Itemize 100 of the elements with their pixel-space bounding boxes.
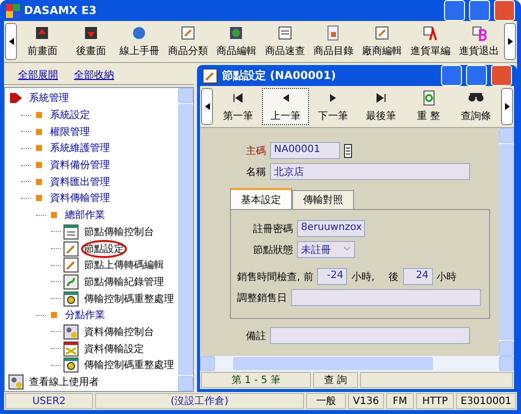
input-field[interactable]: NA00001 bbox=[270, 142, 340, 159]
tab[interactable]: 傳輸對照 bbox=[292, 190, 354, 209]
unit-label: 小時 bbox=[436, 270, 457, 284]
toolbar-button[interactable]: 商品編輯 bbox=[212, 23, 260, 60]
tree-item[interactable]: 總部作業 bbox=[62, 206, 108, 224]
scroll-left-button[interactable] bbox=[201, 88, 213, 125]
window-title: DASAMX E3 bbox=[24, 4, 98, 17]
edit-icon bbox=[374, 25, 390, 41]
right-arrow-icon bbox=[504, 103, 510, 110]
field-label: 調整銷售日 bbox=[237, 292, 287, 304]
status-text: (沒設工作倉) bbox=[95, 393, 304, 409]
status-text: USER2 bbox=[5, 393, 93, 409]
restore-button[interactable] bbox=[466, 65, 487, 86]
tree-item[interactable]: 資料傳輸設定 bbox=[81, 340, 147, 358]
tree-item[interactable]: 資料傳輸管理 bbox=[47, 189, 113, 208]
letter-icon bbox=[470, 25, 487, 41]
tree-item[interactable]: 資料匯出管理 bbox=[47, 172, 113, 191]
toolbar-button[interactable]: 後畫面 bbox=[66, 23, 115, 60]
toolbar-button[interactable]: 商品速查 bbox=[260, 23, 309, 60]
left-arrow-icon bbox=[8, 38, 14, 45]
field-label: 主碼 bbox=[245, 144, 266, 158]
toolbar-button[interactable]: 廠商編輯 bbox=[358, 23, 406, 60]
bullet-icon bbox=[51, 212, 57, 218]
left-arrow-icon bbox=[204, 103, 210, 110]
bullet-icon bbox=[36, 162, 42, 168]
dropdown[interactable]: 未註冊 bbox=[297, 241, 355, 258]
tree-item[interactable]: 分點作業 bbox=[62, 306, 108, 324]
input-field[interactable]: 北京店 bbox=[270, 163, 470, 180]
tree-item[interactable]: 資料備份管理 bbox=[47, 156, 113, 174]
toolbar-button[interactable]: 查詢條 bbox=[452, 88, 500, 125]
tree-link[interactable]: 全部展開 bbox=[18, 68, 58, 82]
minimize-button[interactable] bbox=[441, 65, 462, 86]
toolbar-button[interactable]: 上一筆 bbox=[262, 88, 310, 125]
bullet-icon bbox=[36, 195, 42, 202]
toolbar-button[interactable]: 進貨單編 bbox=[406, 23, 454, 60]
edit-icon bbox=[180, 25, 196, 41]
document-icon bbox=[325, 25, 342, 41]
scroll-right-button[interactable] bbox=[501, 88, 514, 125]
status-text: FM bbox=[386, 393, 414, 409]
tree-item[interactable]: 節點傳輸控制台 bbox=[81, 222, 157, 241]
toolbar-button[interactable]: 商品目錄 bbox=[309, 23, 358, 60]
refresh-icon bbox=[420, 90, 437, 106]
toolbar-button[interactable]: 商品分類 bbox=[164, 23, 212, 60]
list-icon[interactable] bbox=[344, 144, 352, 158]
scrollbar[interactable] bbox=[499, 128, 514, 356]
input-field[interactable] bbox=[270, 327, 470, 344]
field-label: 銷售時間檢查, 前 bbox=[237, 270, 314, 284]
status-text: V136 bbox=[348, 393, 384, 409]
tree-item[interactable]: 節點設定 bbox=[81, 240, 127, 258]
tab[interactable]: 基本設定 bbox=[230, 188, 292, 209]
status-text: HTTP bbox=[416, 393, 454, 409]
toolbar-button[interactable]: 重 整 bbox=[404, 88, 452, 125]
tree-item[interactable]: 系統維護管理 bbox=[47, 139, 113, 158]
status-text: 一般 bbox=[306, 393, 346, 409]
toolbar-button[interactable]: 下一筆 bbox=[309, 88, 358, 125]
minimize-button[interactable] bbox=[444, 0, 465, 21]
window-title: 節點設定 (NA00001) bbox=[222, 68, 337, 83]
input-field[interactable]: 24 bbox=[402, 268, 433, 285]
tree-item[interactable]: 查看線上使用者 bbox=[26, 373, 102, 391]
close-button[interactable] bbox=[491, 65, 512, 86]
field-label: 後 bbox=[388, 270, 399, 284]
tree-item[interactable]: 節點傳輸紀錄管理 bbox=[81, 272, 167, 291]
tree-item[interactable]: 傳輸控制碼重整處理 bbox=[81, 290, 177, 308]
tree-link[interactable]: 全部收納 bbox=[74, 68, 114, 82]
input-field[interactable]: -24 bbox=[317, 268, 348, 285]
tree-item[interactable]: 權限管理 bbox=[47, 122, 93, 141]
bullet-icon bbox=[36, 145, 42, 152]
field-label: 備註 bbox=[245, 330, 266, 342]
edit-icon bbox=[63, 240, 79, 257]
tree-item[interactable]: 傳輸控制碼重整處理 bbox=[81, 356, 177, 374]
input-field[interactable]: 8eruuwnzox bbox=[297, 220, 365, 237]
status-text: 查 詢 bbox=[313, 372, 358, 388]
toolbar-button[interactable]: 最後筆 bbox=[357, 88, 405, 125]
input-field[interactable] bbox=[291, 289, 481, 306]
tree-item[interactable]: 資料傳輸控制台 bbox=[81, 322, 157, 341]
list-icon bbox=[63, 224, 79, 240]
toolbar-button[interactable]: 進貨退出 bbox=[454, 23, 503, 60]
edit-icon bbox=[63, 257, 79, 274]
scroll-left-button[interactable] bbox=[5, 23, 17, 60]
scrollbar[interactable] bbox=[200, 356, 514, 371]
letter-icon bbox=[422, 25, 438, 41]
toolbar-button[interactable]: 第一筆 bbox=[214, 88, 262, 125]
list-icon bbox=[276, 25, 293, 41]
close-button[interactable] bbox=[494, 0, 515, 21]
field-label: 名稱 bbox=[245, 166, 266, 178]
edit-icon bbox=[202, 68, 218, 84]
maximize-button[interactable] bbox=[469, 0, 490, 21]
tree-item[interactable]: 系統設定 bbox=[47, 106, 93, 124]
scroll-right-button[interactable] bbox=[504, 23, 516, 60]
bullet-icon bbox=[36, 128, 42, 135]
tree-item[interactable]: 系統管理 bbox=[26, 89, 72, 108]
toolbar-button[interactable]: 線上手冊 bbox=[115, 23, 164, 60]
tree-item[interactable]: 節點上傳轉碼編輯 bbox=[81, 256, 167, 274]
bullet-icon bbox=[51, 312, 57, 318]
scrollbar[interactable] bbox=[178, 88, 193, 391]
bullet-icon bbox=[36, 178, 42, 185]
status-text: E3010001 bbox=[456, 393, 516, 409]
toolbar-button[interactable]: 前畫面 bbox=[18, 23, 66, 60]
field-label: 註冊密碼 bbox=[252, 222, 293, 236]
status-text: 第 1 - 5 筆 bbox=[201, 372, 311, 388]
